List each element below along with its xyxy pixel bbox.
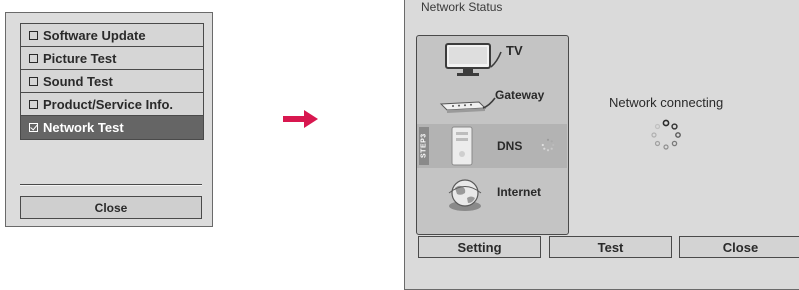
step-label-dns: DNS [497,139,523,153]
test-menu-panel: Software Update Picture Test Sound Test … [5,12,213,227]
menu-item-label: Sound Test [43,73,113,89]
loading-spinner-icon [651,119,681,150]
menu-item-software-update[interactable]: Software Update [21,24,203,47]
menu-item-label: Product/Service Info. [43,96,174,112]
menu-close-button[interactable]: Close [20,196,202,219]
step-label-tv: TV [506,43,523,58]
menu-item-picture-test[interactable]: Picture Test [21,47,203,70]
step-row-internet: Internet [417,168,567,212]
internet-globe-icon [448,179,482,211]
test-menu-list: Software Update Picture Test Sound Test … [20,23,204,140]
step-number-tag: STEP3 [419,127,429,165]
menu-item-label: Software Update [43,27,146,43]
dialog-close-button[interactable]: Close [679,236,799,258]
checkbox-icon[interactable] [29,76,38,86]
small-loading-icon [541,138,555,152]
checkbox-icon[interactable] [29,30,38,40]
checkbox-icon[interactable] [29,53,38,63]
menu-item-product-service-info[interactable]: Product/Service Info. [21,93,203,116]
right-arrow-icon [283,110,318,128]
step-row-gateway: Gateway [417,80,567,124]
dns-server-icon [451,126,473,166]
network-steps-panel: TV Gateway STEP3 DNS Internet [416,35,569,235]
gateway-icon [439,97,496,113]
network-status-text: Network connecting [609,95,724,110]
menu-item-sound-test[interactable]: Sound Test [21,70,203,93]
checkbox-checked-icon[interactable] [29,123,38,132]
test-button[interactable]: Test [549,236,672,258]
dialog-title: Network Status [421,0,503,14]
menu-item-label: Network Test [43,120,124,135]
network-status-dialog: Network Status TV Gateway STEP3 DNS Inte… [404,0,799,290]
menu-item-label: Picture Test [43,50,117,66]
step-label-gateway: Gateway [495,88,545,102]
step-row-dns: STEP3 DNS [417,124,567,168]
step-label-internet: Internet [497,185,542,199]
tv-icon [445,43,502,76]
menu-divider [20,184,202,186]
menu-item-network-test[interactable]: Network Test [21,116,203,139]
step-row-tv: TV [417,36,567,80]
setting-button[interactable]: Setting [418,236,541,258]
checkbox-icon[interactable] [29,99,38,109]
